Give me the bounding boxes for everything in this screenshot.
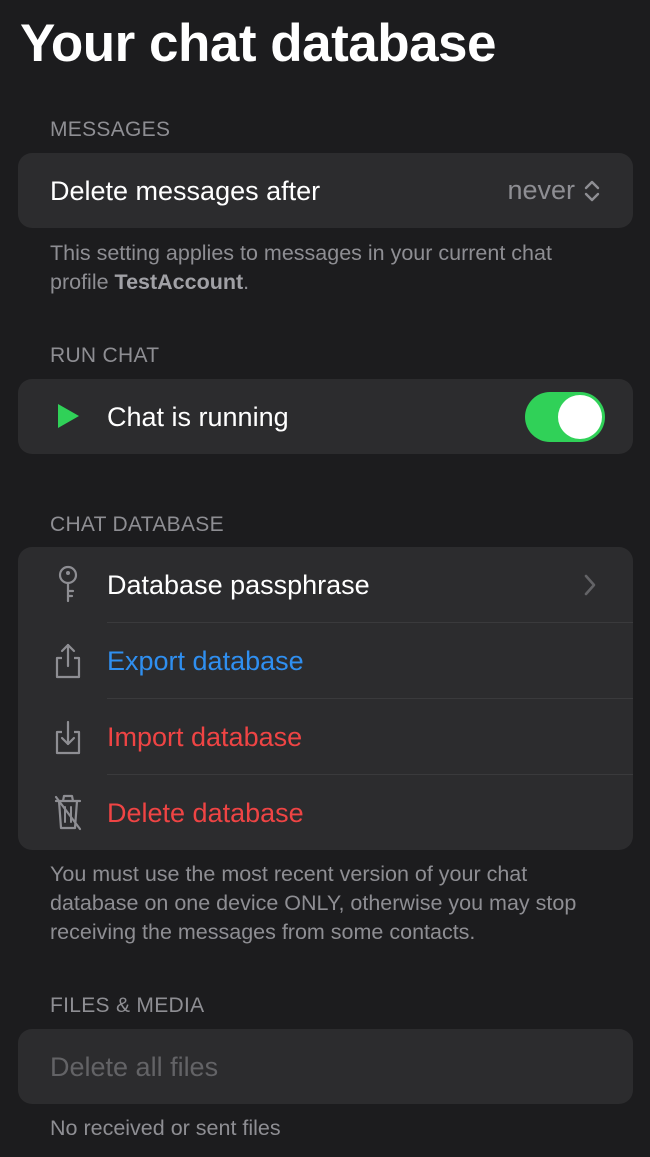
play-icon xyxy=(51,396,85,436)
chat-running-row: Chat is running xyxy=(18,379,633,454)
messages-footer-suffix: . xyxy=(243,270,250,294)
files-media-footer: No received or sent files xyxy=(50,1116,281,1140)
chat-database-screen: Your chat database MESSAGES Delete messa… xyxy=(0,0,650,1157)
chat-running-toggle[interactable] xyxy=(525,391,605,442)
delete-after-picker[interactable]: never xyxy=(507,175,601,206)
run-chat-card: Chat is running xyxy=(18,379,633,454)
profile-name: TestAccount xyxy=(114,270,244,294)
chevron-up-down-icon xyxy=(583,178,601,204)
share-icon xyxy=(51,641,85,681)
messages-footer: This setting applies to messages in your… xyxy=(50,239,610,297)
import-database-label: Import database xyxy=(107,722,303,752)
export-database-label: Export database xyxy=(107,646,304,676)
delete-database-label: Delete database xyxy=(107,797,304,828)
chat-database-section-header: CHAT DATABASE xyxy=(50,513,224,536)
import-database-row[interactable]: Import database xyxy=(18,699,633,775)
delete-after-value: never xyxy=(507,175,575,205)
chevron-right-icon xyxy=(583,573,597,597)
delete-all-files-label: Delete all files xyxy=(50,1051,219,1082)
database-passphrase-label: Database passphrase xyxy=(107,570,370,600)
delete-all-files-row[interactable]: Delete all files xyxy=(18,1029,633,1104)
chat-database-card: Database passphrase Export database Impo… xyxy=(18,547,633,850)
delete-messages-after-row[interactable]: Delete messages after never xyxy=(18,153,633,228)
export-database-row[interactable]: Export database xyxy=(18,623,633,699)
messages-section-header: MESSAGES xyxy=(50,118,171,141)
run-chat-section-header: RUN CHAT xyxy=(50,344,160,367)
chat-database-footer: You must use the most recent version of … xyxy=(50,862,577,944)
delete-messages-after-label: Delete messages after xyxy=(50,175,321,206)
messages-card: Delete messages after never xyxy=(18,153,633,228)
import-icon xyxy=(51,717,85,757)
trash-slash-icon xyxy=(51,792,85,832)
database-passphrase-row[interactable]: Database passphrase xyxy=(18,547,633,623)
key-icon xyxy=(51,565,85,605)
page-title: Your chat database xyxy=(20,14,497,73)
files-media-card: Delete all files xyxy=(18,1029,633,1104)
chat-running-label: Chat is running xyxy=(107,401,289,432)
delete-database-row[interactable]: Delete database xyxy=(18,775,633,850)
toggle-knob xyxy=(558,394,602,439)
files-media-section-header: FILES & MEDIA xyxy=(50,994,205,1017)
